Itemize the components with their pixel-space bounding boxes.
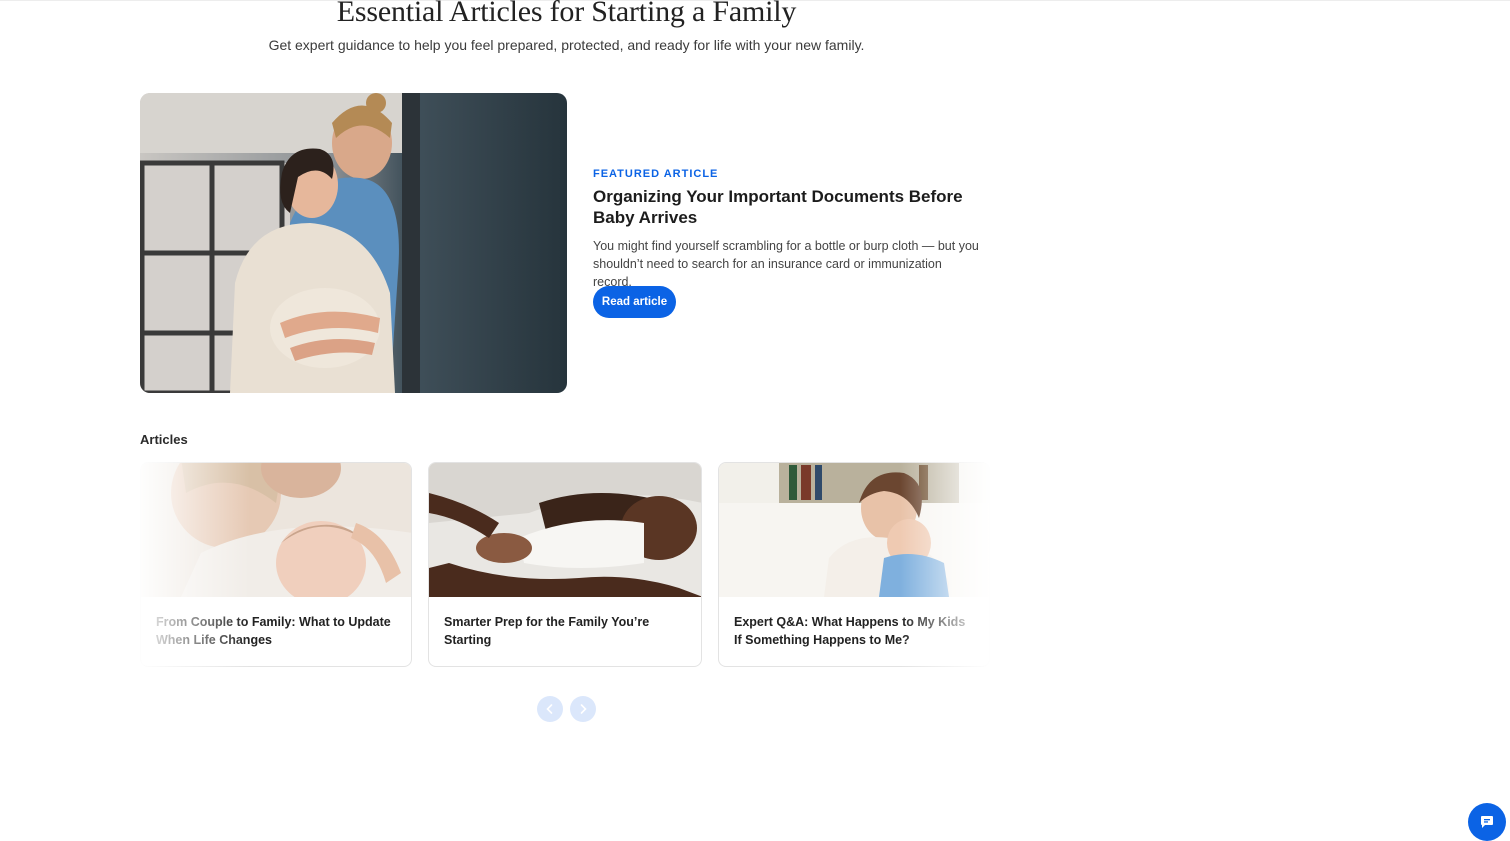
article-card-title[interactable]: Expert Q&A: What Happens to My Kids If S… [734,613,969,649]
article-card[interactable]: Expert Q&A: What Happens to My Kids If S… [718,462,990,667]
article-card-image [141,463,411,597]
articles-section-label: Articles [140,432,188,447]
chevron-right-icon [580,704,587,714]
article-card[interactable]: From Couple to Family: What to Update Wh… [140,462,412,667]
article-card-title[interactable]: Smarter Prep for the Family You’re Start… [444,613,681,649]
page-title: Essential Articles for Starting a Family [336,0,797,28]
chat-button[interactable] [1468,803,1506,841]
carousel-next-button[interactable] [570,696,596,722]
chat-bubble-icon [1481,816,1493,828]
featured-description: You might find yourself scrambling for a… [593,239,979,289]
featured-eyebrow: FEATURED ARTICLE [593,168,719,180]
page-subtitle: Get expert guidance to help you feel pre… [268,37,865,53]
article-card-image [429,463,701,597]
article-card-title[interactable]: From Couple to Family: What to Update Wh… [156,613,391,649]
read-article-button[interactable]: Read article [593,286,676,318]
article-card-image [719,463,989,597]
carousel-prev-button[interactable] [537,696,563,722]
chevron-left-icon [546,704,553,714]
featured-article-image[interactable] [140,93,567,393]
article-card[interactable]: Smarter Prep for the Family You’re Start… [428,462,702,667]
featured-title[interactable]: Organizing Your Important Documents Befo… [593,186,973,228]
